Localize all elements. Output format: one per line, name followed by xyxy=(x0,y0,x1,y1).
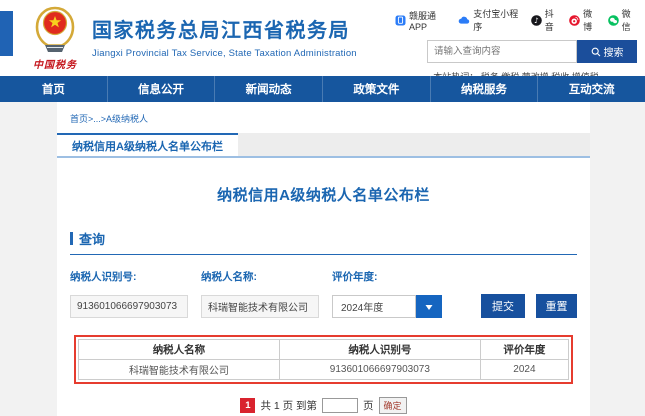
page-jump-input[interactable] xyxy=(322,398,358,413)
side-widget-strip[interactable] xyxy=(0,11,13,56)
search-button[interactable]: 搜索 xyxy=(577,40,637,63)
col-header-taxpayer-name: 纳税人名称 xyxy=(79,340,280,360)
taxpayer-name-label: 纳税人名称: xyxy=(201,269,319,284)
social-label: 微博 xyxy=(583,7,598,33)
evaluation-year-value[interactable]: 2024年度 xyxy=(332,295,416,318)
submit-button[interactable]: 提交 xyxy=(481,294,525,318)
nav-item-interaction[interactable]: 互动交流 xyxy=(537,76,645,102)
table-row: 科瑞智能技术有限公司 913601066697903073 2024 xyxy=(79,360,569,380)
taxpayer-id-label: 纳税人识别号: xyxy=(70,269,188,284)
search-button-label: 搜索 xyxy=(604,44,624,59)
section-accent-bar xyxy=(70,232,73,245)
evaluation-year-label: 评价年度: xyxy=(332,269,442,284)
link-weibo[interactable]: 微博 xyxy=(569,7,598,33)
link-ganfutong-app[interactable]: 赣服通APP xyxy=(395,9,449,32)
cell-evaluation-year: 2024 xyxy=(480,360,568,380)
nav-item-home[interactable]: 首页 xyxy=(0,76,107,102)
query-heading: 查询 xyxy=(79,229,105,248)
chevron-down-icon xyxy=(423,301,435,313)
page-jump-confirm-button[interactable]: 确定 xyxy=(379,397,407,414)
link-alipay-miniprogram[interactable]: 支付宝小程序 xyxy=(458,7,521,33)
nav-item-tax-service[interactable]: 纳税服务 xyxy=(430,76,538,102)
main-nav: 首页 信息公开 新闻动态 政策文件 纳税服务 互动交流 xyxy=(0,76,645,102)
field-evaluation-year: 评价年度: 2024年度 xyxy=(332,269,442,318)
col-header-taxpayer-id: 纳税人识别号 xyxy=(279,340,480,360)
col-header-evaluation-year: 评价年度 xyxy=(480,340,568,360)
link-douyin[interactable]: ♪ 抖音 xyxy=(531,7,560,33)
logo-caption: 中国税务 xyxy=(24,56,86,71)
field-taxpayer-id: 纳税人识别号: xyxy=(70,269,188,318)
pagination: 1 共 1 页 到第 页 确定 xyxy=(70,397,577,414)
tab-a-level-taxpayer-list[interactable]: 纳税信用A级纳税人名单公布栏 xyxy=(57,133,238,156)
search-input[interactable] xyxy=(427,40,577,63)
results-table: 纳税人名称 纳税人识别号 评价年度 科瑞智能技术有限公司 91360106669… xyxy=(78,339,569,380)
social-links-row: 赣服通APP 支付宝小程序 ♪ 抖音 xyxy=(395,7,637,33)
field-taxpayer-name: 纳税人名称: xyxy=(201,269,319,318)
svg-text:♪: ♪ xyxy=(534,16,539,25)
wechat-icon xyxy=(608,15,619,26)
cell-taxpayer-name: 科瑞智能技术有限公司 xyxy=(79,360,280,380)
results-header-row: 纳税人名称 纳税人识别号 评价年度 xyxy=(79,340,569,360)
query-section: 查询 纳税人识别号: 纳税人名称: 评价年度: 2024年度 xyxy=(70,229,577,414)
evaluation-year-select[interactable]: 2024年度 xyxy=(332,295,442,318)
site-subtitle: Jiangxi Provincial Tax Service, State Ta… xyxy=(92,48,357,59)
page: 中国税务 国家税务总局江西省税务局 Jiangxi Provincial Tax… xyxy=(0,0,645,416)
social-label: 微信 xyxy=(622,7,637,33)
page-title: 纳税信用A级纳税人名单公布栏 xyxy=(57,184,590,205)
nav-item-policy[interactable]: 政策文件 xyxy=(322,76,430,102)
social-label: 抖音 xyxy=(545,7,560,33)
taxpayer-id-input[interactable] xyxy=(70,295,188,318)
taxpayer-name-input[interactable] xyxy=(201,295,319,318)
site-title-block: 国家税务总局江西省税务局 Jiangxi Provincial Tax Serv… xyxy=(92,14,357,59)
douyin-icon: ♪ xyxy=(531,15,542,26)
query-section-header: 查询 xyxy=(70,229,577,255)
site-search: 搜索 xyxy=(395,40,637,63)
national-tax-emblem-icon xyxy=(30,6,80,54)
social-label: 赣服通APP xyxy=(409,9,449,32)
nav-item-news[interactable]: 新闻动态 xyxy=(214,76,322,102)
tax-emblem-logo: 中国税务 xyxy=(24,6,86,71)
page-number-button[interactable]: 1 xyxy=(240,398,255,413)
weibo-icon xyxy=(569,15,580,26)
cell-taxpayer-id: 913601066697903073 xyxy=(279,360,480,380)
reset-button[interactable]: 重置 xyxy=(536,294,577,318)
search-icon xyxy=(591,47,601,57)
pagination-text-after: 页 xyxy=(363,398,374,413)
link-wechat[interactable]: 微信 xyxy=(608,7,637,33)
pagination-text-before: 共 1 页 到第 xyxy=(260,398,317,413)
breadcrumb[interactable]: 首页>...>A级纳税人 xyxy=(57,102,590,125)
site-title: 国家税务总局江西省税务局 xyxy=(92,14,357,43)
site-header: 中国税务 国家税务总局江西省税务局 Jiangxi Provincial Tax… xyxy=(0,0,645,76)
query-form: 纳税人识别号: 纳税人名称: 评价年度: 2024年度 xyxy=(70,269,577,318)
dropdown-arrow-button[interactable] xyxy=(416,295,442,318)
nav-item-info-disclosure[interactable]: 信息公开 xyxy=(107,76,215,102)
phone-app-icon xyxy=(395,15,406,26)
social-label: 支付宝小程序 xyxy=(473,7,521,33)
tab-bar: 纳税信用A级纳税人名单公布栏 xyxy=(57,133,590,158)
content-card: 首页>...>A级纳税人 纳税信用A级纳税人名单公布栏 纳税信用A级纳税人名单公… xyxy=(57,102,590,416)
header-right: 赣服通APP 支付宝小程序 ♪ 抖音 xyxy=(395,7,637,83)
result-highlight-box: 纳税人名称 纳税人识别号 评价年度 科瑞智能技术有限公司 91360106669… xyxy=(74,335,573,384)
alipay-cloud-icon xyxy=(458,15,470,26)
